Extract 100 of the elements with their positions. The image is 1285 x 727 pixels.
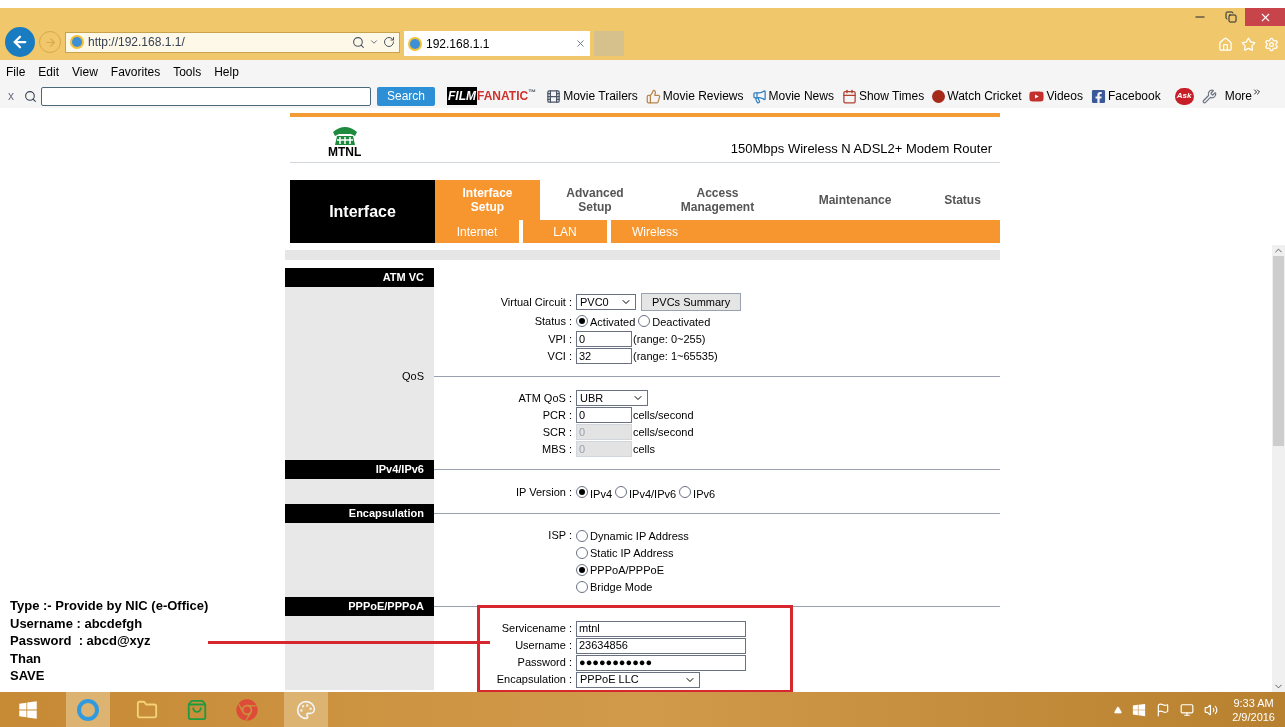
- radio-button[interactable]: [576, 546, 588, 559]
- toolbar-link[interactable]: Facebook: [1107, 87, 1161, 105]
- radio-label: Static IP Address: [590, 546, 674, 562]
- menu-item[interactable]: View: [72, 63, 98, 81]
- windows-tray-icon[interactable]: [1132, 702, 1147, 717]
- home-icon[interactable]: [1218, 37, 1233, 52]
- radio-label: IPv6: [693, 486, 716, 502]
- radio-label: IPv4: [590, 486, 612, 502]
- megaphone-icon: [751, 88, 767, 104]
- annotation-text: Than: [10, 649, 43, 667]
- input-field[interactable]: 0: [576, 407, 632, 423]
- brand-name: MTNL: [328, 146, 362, 158]
- menu-item[interactable]: Favorites: [110, 63, 161, 81]
- restore-icon[interactable]: [1225, 11, 1237, 23]
- caret-icon[interactable]: [369, 37, 379, 47]
- radio-button[interactable]: [679, 486, 692, 499]
- dropdown-field[interactable]: PVC0: [576, 294, 636, 310]
- ask-logo[interactable]: Ask: [1174, 87, 1194, 105]
- search-icon: [24, 89, 37, 103]
- area-title: Interface: [290, 180, 435, 243]
- search-icon[interactable]: [352, 35, 365, 49]
- menu-item[interactable]: File: [6, 63, 26, 81]
- tools-icon[interactable]: [1201, 88, 1217, 104]
- arrow-right-icon: [43, 35, 57, 49]
- menu-item[interactable]: Help: [214, 63, 239, 81]
- brand-logo: FILMFANATIC™: [447, 87, 537, 105]
- pvcs-summary-button[interactable]: PVCs Summary: [641, 293, 742, 311]
- network-icon[interactable]: [1180, 702, 1195, 717]
- field-label: Virtual Circuit :: [499, 294, 573, 310]
- facebook-icon: [1090, 88, 1106, 104]
- telephone-logo-icon: [330, 124, 359, 146]
- settings-icon[interactable]: [1264, 37, 1279, 52]
- annotation-text: Type :- Provide by NIC (e-Office): [10, 597, 209, 615]
- address-bar[interactable]: http://192.168.1.1/: [65, 31, 400, 53]
- palette-icon[interactable]: [296, 699, 316, 720]
- field-label: VCI :: [546, 348, 573, 364]
- field-label: Servicename :: [500, 621, 573, 637]
- menu-item[interactable]: Edit: [38, 63, 60, 81]
- thumbs-up-icon: [645, 88, 661, 104]
- search-button[interactable]: Search: [377, 86, 436, 106]
- section-header: PPPoE/PPPoA: [285, 597, 434, 616]
- toolbar-link[interactable]: Watch Cricket: [947, 87, 1022, 105]
- radio-button[interactable]: [615, 486, 627, 499]
- refresh-icon[interactable]: [383, 36, 395, 48]
- windows-logo-icon[interactable]: [18, 699, 38, 720]
- field-note: (range: 0~255): [633, 331, 706, 347]
- browser-tab[interactable]: 192.168.1.1: [404, 31, 590, 56]
- close-button[interactable]: [1245, 8, 1285, 26]
- radio-label: Bridge Mode: [590, 580, 653, 596]
- radio-label: PPPoA/PPPoE: [590, 563, 664, 579]
- field-note: cells: [633, 441, 655, 457]
- radio-button[interactable]: [576, 314, 588, 327]
- field-label: SCR :: [541, 424, 573, 440]
- flag-icon[interactable]: [1156, 702, 1171, 717]
- input-field[interactable]: 23634856: [576, 637, 746, 654]
- toolbar-link[interactable]: Movie Reviews: [662, 87, 744, 105]
- input-field[interactable]: 32: [576, 348, 632, 364]
- radio-button[interactable]: [576, 486, 588, 499]
- browser-taskbar-icon[interactable]: [66, 692, 110, 727]
- toolbar-link[interactable]: Movie Trailers: [563, 87, 638, 105]
- input-field[interactable]: mtnl: [576, 620, 746, 637]
- more-button[interactable]: More: [1224, 87, 1252, 105]
- scrollbar-thumb[interactable]: [1273, 256, 1284, 446]
- tray-caret-icon[interactable]: [1114, 705, 1123, 714]
- field-label: IP Version :: [514, 485, 573, 500]
- calendar-icon: [841, 88, 857, 104]
- field-label: MBS :: [541, 441, 573, 457]
- back-button[interactable]: [5, 27, 35, 57]
- section-label: QoS: [402, 368, 424, 384]
- field-label: Username :: [514, 638, 573, 654]
- field-label: VPI :: [547, 331, 573, 347]
- model-title: 150Mbps Wireless N ADSL2+ Modem Router: [730, 139, 992, 158]
- radio-button[interactable]: [576, 563, 588, 576]
- volume-icon[interactable]: [1204, 702, 1219, 717]
- input-field[interactable]: 0: [576, 331, 632, 347]
- close-icon[interactable]: [575, 38, 586, 49]
- radio-button[interactable]: [576, 529, 588, 542]
- dropdown-field[interactable]: PPPoE LLC: [576, 671, 700, 688]
- tab-title: 192.168.1.1: [426, 35, 491, 53]
- radio-button[interactable]: [576, 580, 588, 593]
- field-label: PCR :: [541, 407, 573, 423]
- field-label: Password :: [516, 655, 573, 671]
- folder-icon[interactable]: [136, 698, 158, 721]
- search-field[interactable]: [41, 86, 371, 106]
- scrollbar[interactable]: [1272, 245, 1285, 692]
- menu-item[interactable]: Tools: [173, 63, 202, 81]
- radio-button[interactable]: [638, 314, 651, 327]
- chevron-icon: [1252, 87, 1262, 97]
- star-icon[interactable]: [1241, 37, 1256, 52]
- field-label: ISP :: [547, 528, 573, 543]
- section-header: ATM VC: [285, 268, 434, 287]
- film-reel-icon: [546, 88, 562, 104]
- toolbar-link[interactable]: Videos: [1046, 87, 1083, 105]
- annotation-text: Username : abcdefgh: [10, 614, 144, 632]
- toolbar-link[interactable]: Show Times: [858, 87, 925, 105]
- toolbar-link[interactable]: Movie News: [768, 87, 834, 105]
- field-note: cells/second: [633, 424, 694, 440]
- input-field[interactable]: ●●●●●●●●●●●: [576, 654, 746, 671]
- close-toolbar-button[interactable]: x: [8, 87, 14, 105]
- dropdown-field[interactable]: UBR: [576, 390, 648, 406]
